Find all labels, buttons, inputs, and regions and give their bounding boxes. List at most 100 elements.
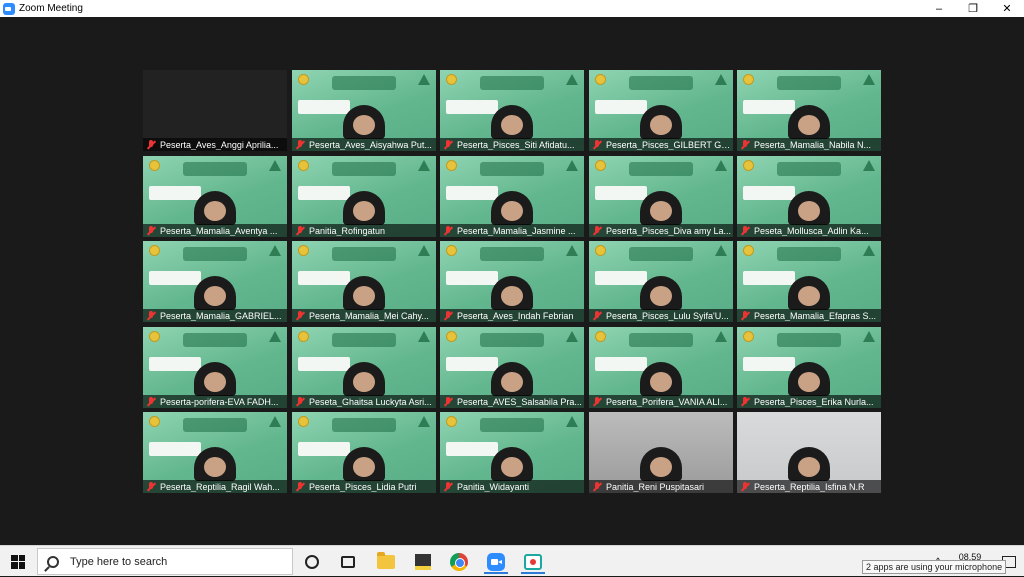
participant-tile[interactable]: Peserta-porifera-EVA FADH... (143, 327, 287, 408)
participant-tile[interactable]: Peseta_Mollusca_Adlin Ka... (737, 156, 881, 237)
participant-name: Peserta-porifera-EVA FADH... (160, 396, 279, 407)
muted-mic-icon (146, 481, 156, 492)
participant-name: Peserta_Pisces_Diva amy La... (606, 225, 732, 236)
banner-logo-r (418, 331, 430, 342)
banner-heading (629, 333, 693, 347)
participant-tile[interactable]: Peserta_Pisces_Lulu Syifa'U... (589, 241, 733, 322)
muted-mic-icon (295, 396, 305, 407)
participant-tile[interactable]: Peserta_Mamalia_Nabila N... (737, 70, 881, 151)
banner-card (743, 186, 795, 200)
participant-tile[interactable]: Peserta_Pisces_Lidia Putri (292, 412, 436, 493)
participant-label: Peserta_Reptilia_Ragil Wah... (143, 480, 287, 493)
start-button[interactable] (0, 546, 36, 577)
participant-name: Panitia_Rofingatun (309, 225, 386, 236)
restore-button[interactable]: ❐ (956, 0, 990, 17)
participant-name: Peserta_Pisces_Siti Afidatu... (457, 139, 575, 150)
participant-video (788, 447, 830, 481)
participant-label: Panitia_Widayanti (440, 480, 584, 493)
muted-mic-icon (146, 310, 156, 321)
muted-mic-icon (295, 481, 305, 492)
chrome-button[interactable] (447, 550, 471, 574)
sticky-notes-button[interactable] (411, 550, 435, 574)
banner-logo-r (715, 245, 727, 256)
muted-mic-icon (146, 396, 156, 407)
banner-logo-l (298, 74, 309, 85)
participant-tile[interactable]: Peserta_Mamalia_GABRIEL... (143, 241, 287, 322)
participant-face (204, 286, 226, 306)
participant-label: Peseta_Ghaitsa Luckyta Asri... (292, 395, 436, 408)
participant-tile[interactable]: Peserta_Aves_Aisyahwa Put... (292, 70, 436, 151)
close-button[interactable]: ✕ (990, 0, 1024, 17)
video-app-button[interactable] (521, 550, 545, 574)
participant-tile[interactable]: Peserta_Pisces_Diva amy La... (589, 156, 733, 237)
participant-tile[interactable]: Panitia_Widayanti (440, 412, 584, 493)
file-explorer-button[interactable] (374, 550, 398, 574)
task-view-button[interactable] (336, 550, 360, 574)
participant-label: Peserta_Mamalia_Efapras S... (737, 309, 881, 322)
participant-tile[interactable]: Peserta_AVES_Salsabila Pra... (440, 327, 584, 408)
participant-tile[interactable]: Peserta_Reptilia_Ragil Wah... (143, 412, 287, 493)
banner-logo-l (149, 416, 160, 427)
banner-heading (332, 76, 396, 90)
participant-tile[interactable]: Peserta_Porifera_VANIA ALI... (589, 327, 733, 408)
muted-mic-icon (592, 481, 602, 492)
participant-video (788, 105, 830, 139)
muted-mic-icon (443, 481, 453, 492)
banner-logo-r (418, 74, 430, 85)
participant-name: Panitia_Reni Puspitasari (606, 481, 705, 492)
task-view-icon (341, 556, 355, 568)
participant-name: Peserta_Reptilia_Isfina N.R (754, 481, 865, 492)
zoom-app-icon (3, 2, 15, 15)
zoom-taskbar-button[interactable] (484, 550, 508, 574)
banner-heading (332, 418, 396, 432)
participant-face (798, 372, 820, 392)
participant-tile[interactable]: Peserta_Mamalia_Efapras S... (737, 241, 881, 322)
banner-card (149, 442, 201, 456)
cortana-button[interactable] (300, 550, 324, 574)
banner-logo-l (298, 160, 309, 171)
video-camera-icon (524, 554, 542, 570)
participant-tile[interactable]: Peserta_Aves_Indah Febrian (440, 241, 584, 322)
participant-tile[interactable]: Peserta_Pisces_Siti Afidatu... (440, 70, 584, 151)
banner-logo-l (595, 245, 606, 256)
banner-logo-r (566, 160, 578, 171)
participant-tile[interactable]: Peserta_Reptilia_Isfina N.R (737, 412, 881, 493)
banner-logo-l (149, 331, 160, 342)
participant-tile[interactable]: Peserta_Mamalia_Mei Cahy... (292, 241, 436, 322)
participant-tile[interactable]: Peserta_Mamalia_Aventya ... (143, 156, 287, 237)
participant-tile[interactable]: Peseta_Ghaitsa Luckyta Asri... (292, 327, 436, 408)
muted-mic-icon (443, 310, 453, 321)
participant-name: Peserta_Aves_Aisyahwa Put... (309, 139, 432, 150)
participant-label: Peserta_Aves_Anggi Aprilia... (143, 138, 287, 151)
banner-logo-r (566, 416, 578, 427)
banner-heading (183, 162, 247, 176)
participant-label: Peserta_Mamalia_GABRIEL... (143, 309, 287, 322)
participant-tile[interactable]: Peserta_Mamalia_Jasmine ... (440, 156, 584, 237)
participant-tile[interactable]: Peserta_Pisces_Erika Nurla... (737, 327, 881, 408)
banner-heading (777, 162, 841, 176)
banner-logo-l (743, 160, 754, 171)
banner-card (298, 186, 350, 200)
participant-tile[interactable]: Panitia_Reni Puspitasari (589, 412, 733, 493)
window-title: Zoom Meeting (19, 3, 83, 14)
taskbar-search-box[interactable]: Type here to search (37, 548, 293, 575)
banner-heading (183, 247, 247, 261)
banner-card (595, 100, 647, 114)
participant-tile[interactable]: Panitia_Rofingatun (292, 156, 436, 237)
participant-video (343, 447, 385, 481)
banner-heading (629, 76, 693, 90)
participant-label: Peserta_Mamalia_Nabila N... (737, 138, 881, 151)
participant-tile[interactable]: Peserta_Aves_Anggi Aprilia... (143, 70, 287, 151)
minimize-button[interactable]: – (922, 0, 956, 17)
participant-tile[interactable]: Peserta_Pisces_GILBERT GE... (589, 70, 733, 151)
participant-face (650, 286, 672, 306)
participant-video (194, 362, 236, 396)
participant-name: Peserta_AVES_Salsabila Pra... (457, 396, 582, 407)
participant-face (501, 201, 523, 221)
banner-card (446, 357, 498, 371)
banner-logo-r (418, 245, 430, 256)
participant-face (353, 201, 375, 221)
banner-heading (332, 162, 396, 176)
muted-mic-icon (740, 396, 750, 407)
banner-logo-l (446, 74, 457, 85)
